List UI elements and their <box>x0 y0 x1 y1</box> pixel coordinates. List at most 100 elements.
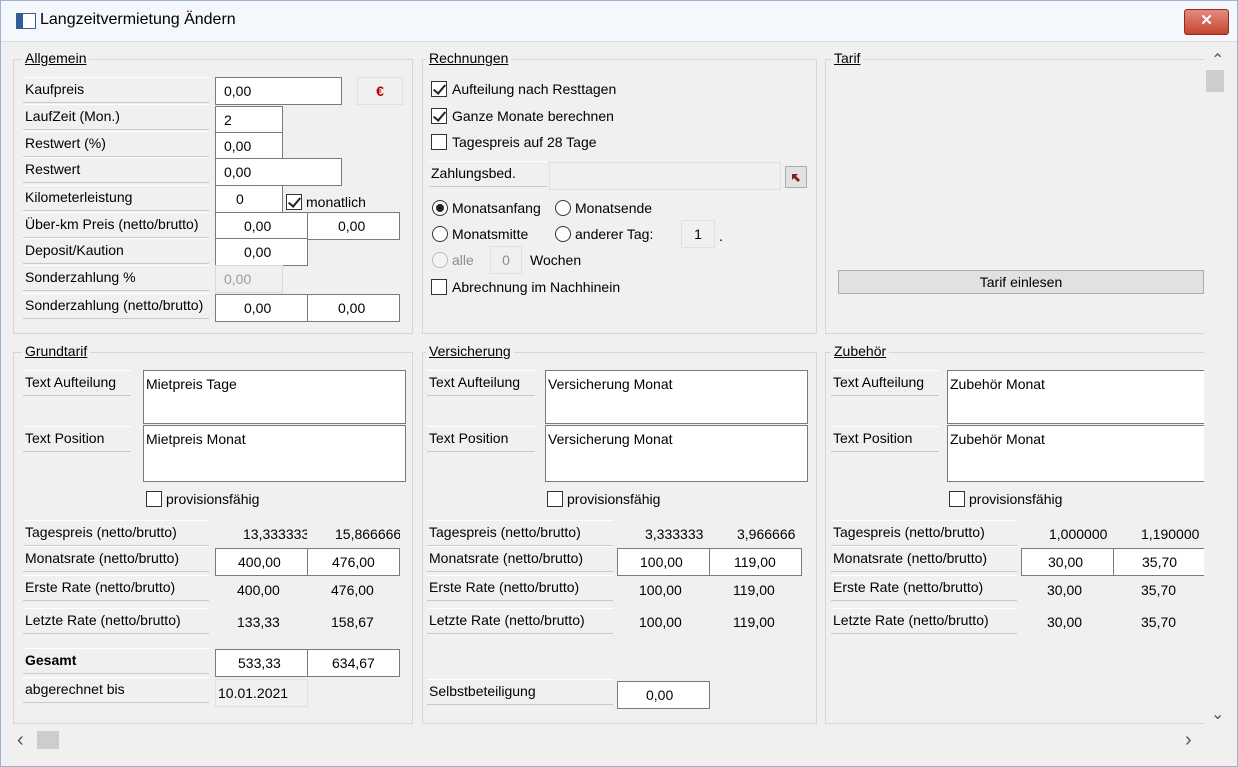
grundtarif-text-position-label: Text Position <box>23 426 131 452</box>
horizontal-scroll-thumb[interactable] <box>37 731 59 749</box>
monatsmitte-radio[interactable] <box>432 226 448 242</box>
monatsende-radio[interactable] <box>555 200 571 216</box>
nachhinein-checkbox[interactable] <box>431 279 447 295</box>
versicherung-letzte-brutto: 119,00 <box>709 608 802 636</box>
monatsende-label: Monatsende <box>575 200 653 216</box>
versicherung-text-position-label: Text Position <box>427 426 535 452</box>
ueberkm-label: Über-km Preis (netto/brutto) <box>23 212 209 238</box>
zubehoer-erste-brutto: 35,70 <box>1113 576 1204 604</box>
sonderzahlung-netto-input[interactable]: 0,00 <box>215 294 308 322</box>
monatsmitte-label: Monatsmitte <box>452 226 529 242</box>
nachhinein-label: Abrechnung im Nachhinein <box>452 279 621 295</box>
zubehoer-erste-netto: 30,00 <box>1021 576 1114 604</box>
scroll-right-icon[interactable]: › <box>1185 729 1192 752</box>
grundtarif-monatsrate-netto-input[interactable]: 400,00 <box>215 548 308 576</box>
zubehoer-letzte-brutto: 35,70 <box>1113 608 1204 636</box>
versicherung-tagespreis-netto: 3,333333 <box>617 520 710 548</box>
deposit-input[interactable]: 0,00 <box>215 238 308 266</box>
versicherung-monatsrate-brutto-input[interactable]: 119,00 <box>709 548 802 576</box>
ueberkm-netto-input[interactable]: 0,00 <box>215 212 308 240</box>
zubehoer-text-position-label: Text Position <box>831 426 939 452</box>
zubehoer-letzte-netto: 30,00 <box>1021 608 1114 636</box>
grundtarif-monatsrate-label: Monatsrate (netto/brutto) <box>23 546 209 572</box>
grundtarif-text-position-input[interactable]: Mietpreis Monat <box>143 425 406 482</box>
vertical-scrollbar[interactable]: ⌃ ⌄ <box>1204 48 1228 724</box>
grundtarif-tagespreis-brutto: 15,866666 <box>307 520 400 548</box>
aufteilung-resttage-checkbox[interactable] <box>431 81 447 97</box>
monatlich-label: monatlich <box>306 194 366 210</box>
monatlich-checkbox[interactable] <box>286 194 302 210</box>
sonderzahlung-pct-label: Sonderzahlung % <box>23 265 209 291</box>
grundtarif-erste-netto: 400,00 <box>215 576 308 604</box>
versicherung-monatsrate-netto-input[interactable]: 100,00 <box>617 548 710 576</box>
tagespreis-28-checkbox[interactable] <box>431 134 447 150</box>
zubehoer-monatsrate-brutto-input[interactable]: 35,70 <box>1113 548 1204 576</box>
aufteilung-resttage-label: Aufteilung nach Resttagen <box>452 81 617 97</box>
restwert-pct-label: Restwert (%) <box>23 131 209 157</box>
sonderzahlung-pct-input[interactable]: 0,00 <box>215 265 283 293</box>
versicherung-text-aufteilung-input[interactable]: Versicherung Monat <box>545 370 808 424</box>
grundtarif-provision-label: provisionsfähig <box>166 491 260 507</box>
restwert-pct-input[interactable]: 0,00 <box>215 132 283 160</box>
abgerechnet-bis-value: 10.01.2021 <box>215 679 308 707</box>
grundtarif-provision-checkbox[interactable] <box>146 491 162 507</box>
versicherung-letzte-label: Letzte Rate (netto/brutto) <box>427 608 613 634</box>
zubehoer-text-aufteilung-input[interactable]: Zubehör Monat <box>947 370 1204 424</box>
zahlungsbed-lookup-button[interactable] <box>785 166 807 188</box>
anderer-tag-input[interactable]: 1 <box>681 220 715 248</box>
laufzeit-input[interactable]: 2 <box>215 106 283 134</box>
alle-radio[interactable] <box>432 252 448 268</box>
scroll-left-icon[interactable]: ‹ <box>17 729 24 752</box>
ueberkm-brutto-input[interactable]: 0,00 <box>307 212 400 240</box>
restwert-input[interactable]: 0,00 <box>215 158 342 186</box>
grundtarif-letzte-brutto: 158,67 <box>307 608 400 636</box>
anderer-tag-suffix: . <box>719 228 723 244</box>
grundtarif-text-aufteilung-input[interactable]: Mietpreis Tage <box>143 370 406 424</box>
zahlungsbed-field[interactable] <box>549 162 781 190</box>
versicherung-provision-checkbox[interactable] <box>547 491 563 507</box>
close-button[interactable]: ✕ <box>1184 9 1229 35</box>
versicherung-text-position-input[interactable]: Versicherung Monat <box>545 425 808 482</box>
zubehoer-monatsrate-netto-input[interactable]: 30,00 <box>1021 548 1114 576</box>
wochen-label: Wochen <box>530 252 582 268</box>
scroll-down-icon[interactable]: ⌄ <box>1211 704 1224 724</box>
dialog-content: Allgemein Kaufpreis 0,00 € LaufZeit (Mon… <box>1 42 1237 766</box>
monatsanfang-label: Monatsanfang <box>452 200 541 216</box>
kaufpreis-label: Kaufpreis <box>23 77 209 103</box>
laufzeit-label: LaufZeit (Mon.) <box>23 104 209 130</box>
versicherung-monatsrate-label: Monatsrate (netto/brutto) <box>427 546 613 572</box>
monatsanfang-radio[interactable] <box>432 200 448 216</box>
zubehoer-tagespreis-label: Tagespreis (netto/brutto) <box>831 520 1017 546</box>
km-input[interactable]: 0 <box>215 185 283 213</box>
wochen-input[interactable]: 0 <box>490 246 522 274</box>
grundtarif-letzte-label: Letzte Rate (netto/brutto) <box>23 608 209 634</box>
ganze-monate-label: Ganze Monate berechnen <box>452 108 614 124</box>
scroll-up-icon[interactable]: ⌃ <box>1211 50 1224 70</box>
deposit-label: Deposit/Kaution <box>23 238 209 264</box>
versicherung-erste-brutto: 119,00 <box>709 576 802 604</box>
group-title-allgemein: Allgemein <box>22 50 90 66</box>
group-title-zubehoer: Zubehör <box>831 343 890 359</box>
ganze-monate-checkbox[interactable] <box>431 108 447 124</box>
group-title-versicherung: Versicherung <box>426 343 514 359</box>
tarif-einlesen-button[interactable]: Tarif einlesen <box>838 270 1204 294</box>
title-bar: Langzeitvermietung Ändern ✕ <box>1 1 1237 42</box>
arrow-up-left-icon <box>792 174 800 182</box>
versicherung-erste-label: Erste Rate (netto/brutto) <box>427 575 613 601</box>
grundtarif-gesamt-netto: 533,33 <box>215 649 308 677</box>
anderer-tag-radio[interactable] <box>555 226 571 242</box>
grundtarif-gesamt-brutto: 634,67 <box>307 649 400 677</box>
sonderzahlung-brutto-input[interactable]: 0,00 <box>307 294 400 322</box>
horizontal-scrollbar[interactable]: ‹ › <box>11 729 1204 751</box>
versicherung-tagespreis-brutto: 3,966666 <box>709 520 802 548</box>
zubehoer-text-position-input[interactable]: Zubehör Monat <box>947 425 1204 482</box>
zubehoer-provision-label: provisionsfähig <box>969 491 1063 507</box>
grundtarif-tagespreis-label: Tagespreis (netto/brutto) <box>23 520 209 546</box>
tagespreis-28-label: Tagespreis auf 28 Tage <box>452 134 597 150</box>
zubehoer-monatsrate-label: Monatsrate (netto/brutto) <box>831 546 1017 572</box>
grundtarif-monatsrate-brutto-input[interactable]: 476,00 <box>307 548 400 576</box>
selbstbeteiligung-input[interactable]: 0,00 <box>617 681 710 709</box>
vertical-scroll-thumb[interactable] <box>1206 70 1224 92</box>
kaufpreis-input[interactable]: 0,00 <box>215 77 342 105</box>
zubehoer-provision-checkbox[interactable] <box>949 491 965 507</box>
